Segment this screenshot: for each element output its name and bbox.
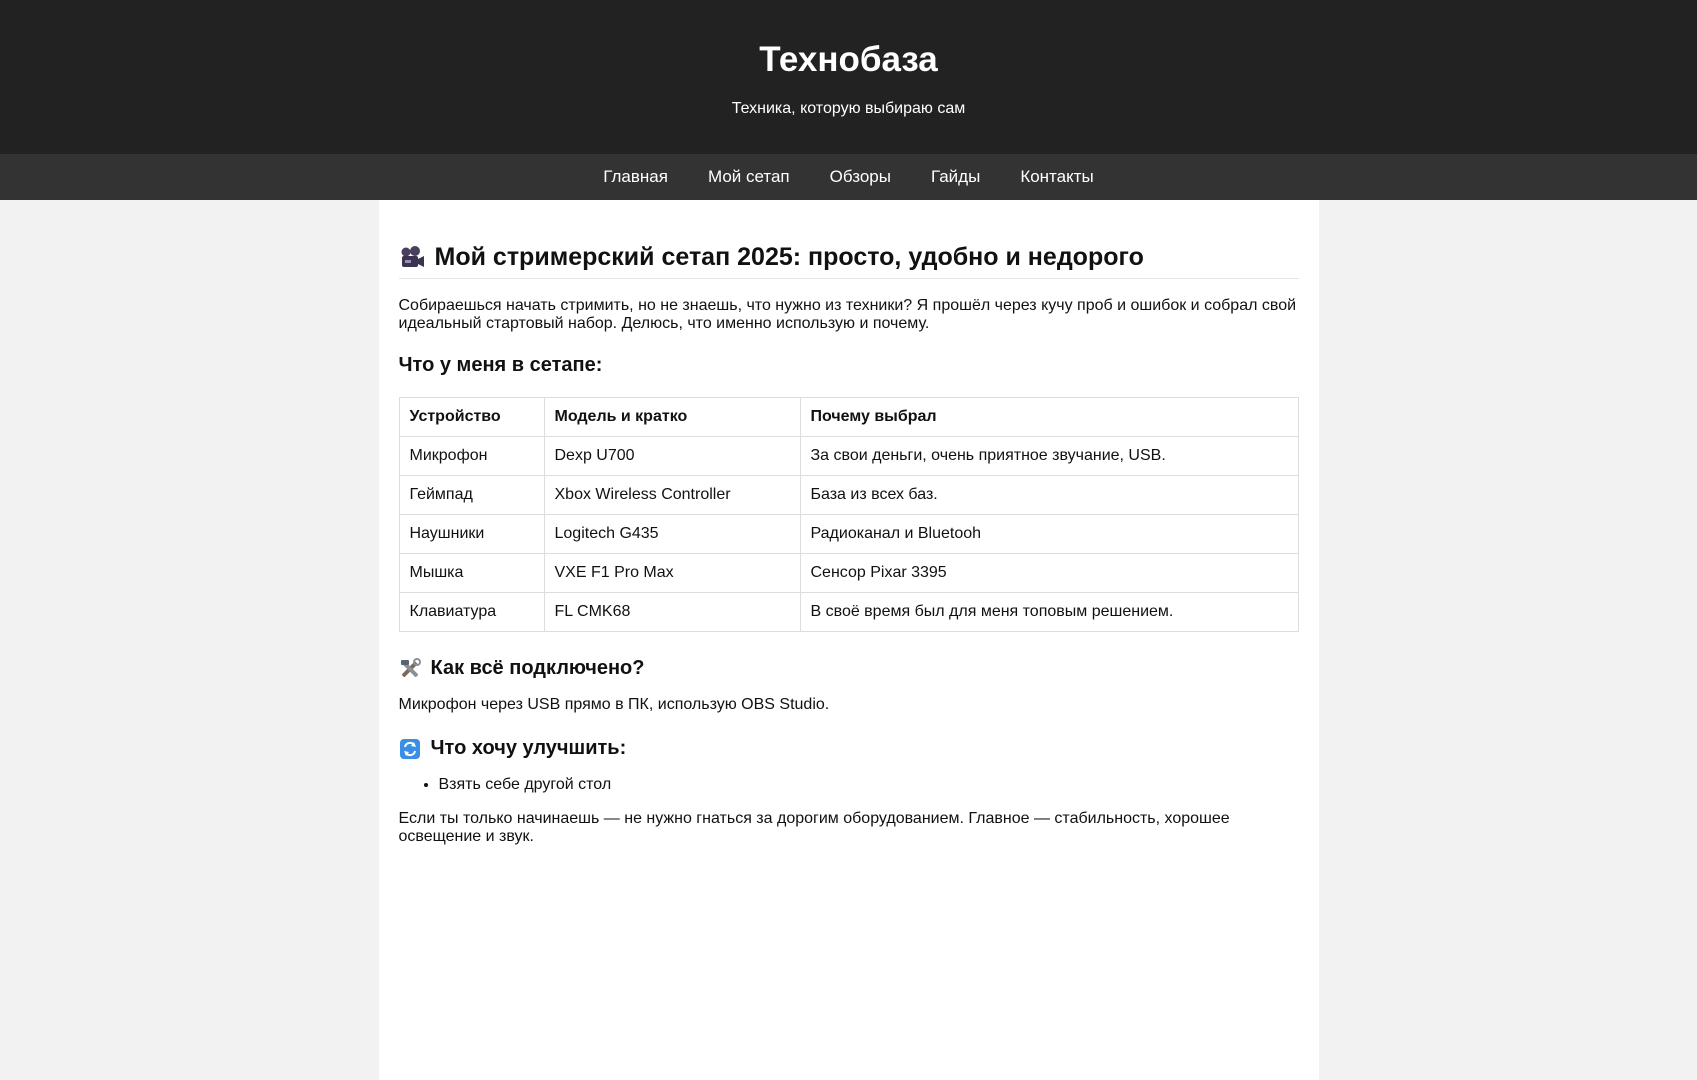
improve-heading: Что хочу улучшить: xyxy=(399,736,1299,760)
article-content: Мой стримерский сетап 2025: просто, удоб… xyxy=(378,200,1319,1080)
nav-link-contacts[interactable]: Контакты xyxy=(1020,167,1093,187)
table-cell-device: Мышка xyxy=(398,553,545,593)
table-cell-model: Logitech G435 xyxy=(543,514,801,554)
connection-text: Микрофон через USB прямо в ПК, использую… xyxy=(398,696,830,713)
article-title-text: Мой стримерский сетап 2025: просто, удоб… xyxy=(434,243,1144,271)
table-cell-model: FL CMK68 xyxy=(543,592,801,632)
table-header-row: Устройство Модель и кратко Почему выбрал xyxy=(398,397,1299,437)
table-cell-reason: За свои деньги, очень приятное звучание,… xyxy=(799,436,1299,476)
article-title: Мой стримерский сетап 2025: просто, удоб… xyxy=(398,240,1299,279)
table-cell-reason: В своё время был для меня топовым решени… xyxy=(799,592,1299,632)
article-outro: Если ты только начинаешь — не нужно гнат… xyxy=(398,810,1230,845)
hammer-wrench-icon xyxy=(399,656,421,680)
table-header-reason: Почему выбрал xyxy=(799,397,1299,437)
table-cell-model: Xbox Wireless Controller xyxy=(543,475,801,515)
site-tagline: Техника, которую выбираю сам xyxy=(731,100,966,117)
nav-link-my-setup[interactable]: Мой сетап xyxy=(708,167,790,187)
nav-link-guides[interactable]: Гайды xyxy=(931,167,980,187)
nav-link-home[interactable]: Главная xyxy=(603,167,668,187)
video-camera-icon xyxy=(399,240,425,274)
table-row: Мышка VXE F1 Pro Max Сенсор Pixar 3395 xyxy=(398,553,1299,593)
table-cell-model: Dexp U700 xyxy=(543,436,801,476)
connection-heading: Как всё подключено? xyxy=(399,656,1299,680)
site-header: Технобаза Техника, которую выбираю сам xyxy=(0,0,1697,154)
table-cell-model: VXE F1 Pro Max xyxy=(543,553,801,593)
site-title: Технобаза xyxy=(759,40,938,79)
improve-list: Взять себе другой стол xyxy=(399,776,1299,794)
table-cell-device: Клавиатура xyxy=(398,592,545,632)
table-row: Клавиатура FL CMK68 В своё время был для… xyxy=(398,592,1299,632)
list-item: Взять себе другой стол xyxy=(439,776,1299,794)
setup-table: Устройство Модель и кратко Почему выбрал… xyxy=(398,397,1299,632)
refresh-icon xyxy=(399,736,421,760)
improve-heading-text: Что хочу улучшить: xyxy=(430,737,627,759)
table-header-model: Модель и кратко xyxy=(543,397,801,437)
main-nav: Главная Мой сетап Обзоры Гайды Контакты xyxy=(0,154,1697,200)
table-cell-reason: Сенсор Pixar 3395 xyxy=(799,553,1299,593)
connection-heading-text: Как всё подключено? xyxy=(430,657,645,679)
table-cell-reason: Радиоканал и Bluetooh xyxy=(799,514,1299,554)
article-intro: Собираешься начать стримить, но не знаеш… xyxy=(398,297,1297,332)
nav-link-reviews[interactable]: Обзоры xyxy=(830,167,891,187)
table-row: Микрофон Dexp U700 За свои деньги, очень… xyxy=(398,436,1299,476)
table-cell-device: Микрофон xyxy=(398,436,545,476)
table-cell-reason: База из всех баз. xyxy=(799,475,1299,515)
table-cell-device: Наушники xyxy=(398,514,545,554)
table-row: Геймпад Xbox Wireless Controller База из… xyxy=(398,475,1299,515)
table-cell-device: Геймпад xyxy=(398,475,545,515)
table-header-device: Устройство xyxy=(398,397,545,437)
setup-heading: Что у меня в сетапе: xyxy=(398,354,603,376)
table-row: Наушники Logitech G435 Радиоканал и Blue… xyxy=(398,514,1299,554)
